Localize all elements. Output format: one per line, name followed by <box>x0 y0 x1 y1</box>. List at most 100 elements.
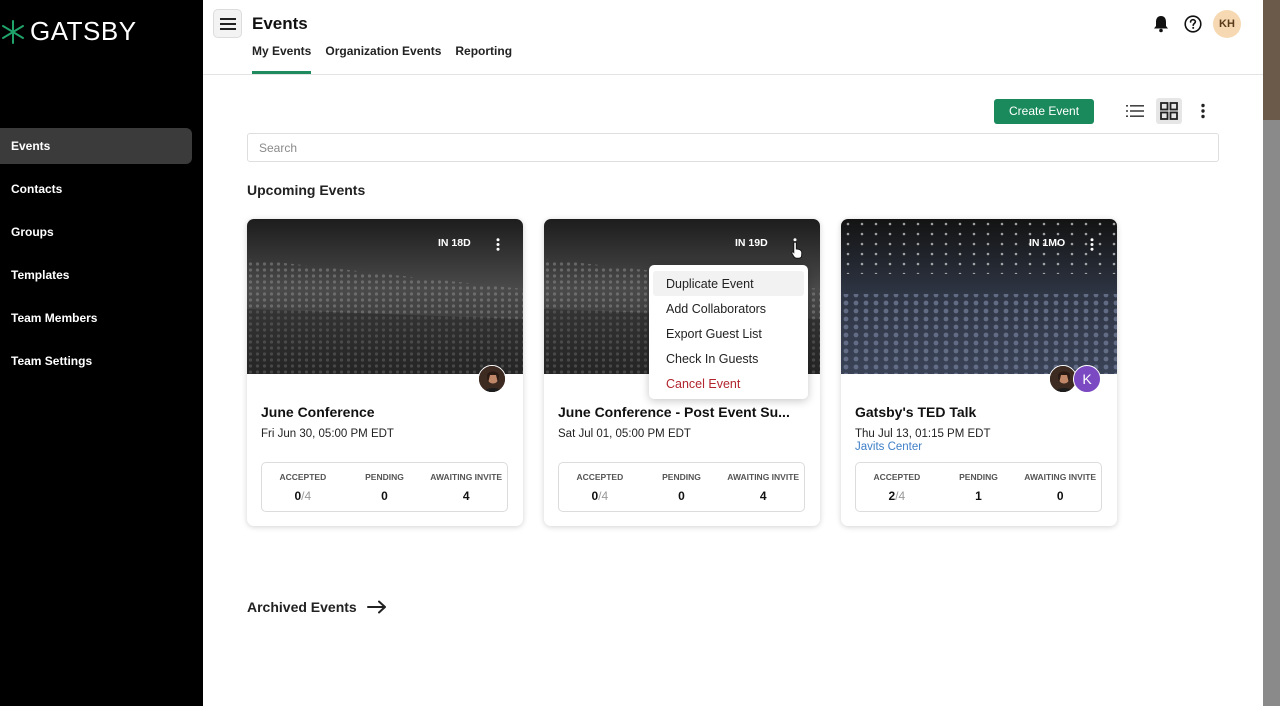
stat-value: 0 <box>1056 489 1064 503</box>
event-cover-image <box>247 219 523 374</box>
help-button[interactable] <box>1181 12 1205 36</box>
top-bar: Events My Events Organization Events Rep… <box>203 0 1263 75</box>
sidebar-item-label: Team Members <box>11 311 98 325</box>
stat-accepted: ACCEPTED 0/4 <box>559 463 641 511</box>
stat-value: 0/4 <box>591 489 608 503</box>
menu-icon <box>219 17 236 30</box>
create-event-button[interactable]: Create Event <box>994 98 1095 124</box>
days-until-badge: IN 19D <box>735 237 768 249</box>
sidebar-item-groups[interactable]: Groups <box>0 214 192 250</box>
stat-accepted: ACCEPTED 2/4 <box>856 463 938 511</box>
search-input[interactable] <box>247 133 1219 162</box>
days-until-badge: IN 18D <box>438 237 471 249</box>
sidebar-item-label: Groups <box>11 225 54 239</box>
arrow-right-icon <box>366 600 386 614</box>
avatar: K <box>1073 365 1101 393</box>
event-card[interactable]: IN 1MO K Gatsby's TED Talk Thu Jul 13, 0… <box>841 219 1117 526</box>
collaborator-avatars <box>478 365 506 393</box>
card-menu-button[interactable] <box>491 237 505 251</box>
bell-icon <box>1154 16 1168 33</box>
event-date: Sat Jul 01, 05:00 PM EDT <box>558 428 691 440</box>
total-count: /4 <box>301 489 312 503</box>
guest-stats: ACCEPTED 0/4 PENDING 0 AWAITING INVITE 4 <box>558 462 805 512</box>
stat-label: ACCEPTED <box>576 472 624 482</box>
asterisk-logo-icon <box>2 19 24 44</box>
event-title: June Conference <box>261 404 375 420</box>
tab-my-events[interactable]: My Events <box>252 44 312 74</box>
sidebar-item-label: Team Settings <box>11 354 93 368</box>
logo[interactable]: GATSBY <box>0 16 137 47</box>
total-count: /4 <box>598 489 609 503</box>
user-avatar[interactable]: KH <box>1213 10 1241 38</box>
grid-view-button[interactable] <box>1156 98 1183 124</box>
stat-label: ACCEPTED <box>873 472 921 482</box>
stat-label: PENDING <box>662 472 701 482</box>
sidebar-item-events[interactable]: Events <box>0 128 192 164</box>
more-vertical-icon <box>1201 103 1205 119</box>
avatar <box>478 365 506 393</box>
sidebar-item-label: Templates <box>11 268 70 282</box>
more-options-button[interactable] <box>1190 98 1216 124</box>
upcoming-events-heading: Upcoming Events <box>247 182 366 198</box>
days-until-badge: IN 1MO <box>1029 237 1066 249</box>
event-date: Thu Jul 13, 01:15 PM EDT <box>855 428 991 440</box>
stat-label: PENDING <box>959 472 998 482</box>
list-view-button[interactable] <box>1122 98 1148 124</box>
notifications-button[interactable] <box>1149 12 1173 36</box>
event-location-link[interactable]: Javits Center <box>855 441 922 453</box>
stat-awaiting-invite: AWAITING INVITE 4 <box>722 463 804 511</box>
event-cover-image <box>841 219 1117 374</box>
total-count: /4 <box>895 489 906 503</box>
tab-reporting[interactable]: Reporting <box>455 44 512 74</box>
event-card[interactable]: IN 18D June Conference Fri Jun 30, 05:00… <box>247 219 523 526</box>
stat-value: 0/4 <box>294 489 311 503</box>
archived-events-link[interactable]: Archived Events <box>247 599 387 615</box>
stat-value: 4 <box>462 489 470 503</box>
guest-stats: ACCEPTED 0/4 PENDING 0 AWAITING INVITE 4 <box>261 462 508 512</box>
stat-label: AWAITING INVITE <box>727 472 800 482</box>
sidebar-item-team-settings[interactable]: Team Settings <box>0 343 192 379</box>
stat-pending: PENDING 1 <box>938 463 1020 511</box>
brand-name: GATSBY <box>30 16 137 46</box>
page-title: Events <box>252 14 308 33</box>
help-icon <box>1184 15 1202 33</box>
main-content: Events My Events Organization Events Rep… <box>203 0 1263 706</box>
menu-item-cancel-event[interactable]: Cancel Event <box>653 371 804 396</box>
stat-label: ACCEPTED <box>279 472 327 482</box>
guest-stats: ACCEPTED 2/4 PENDING 1 AWAITING INVITE 0 <box>855 462 1102 512</box>
sidebar-item-contacts[interactable]: Contacts <box>0 171 192 207</box>
sidebar-item-label: Events <box>11 139 51 153</box>
stat-awaiting-invite: AWAITING INVITE 4 <box>425 463 507 511</box>
audience-photo <box>841 219 1117 374</box>
grid-view-icon <box>1160 102 1178 120</box>
stat-value: 4 <box>759 489 767 503</box>
sidebar: GATSBY Events Contacts Groups Templates … <box>0 0 203 706</box>
event-date: Fri Jun 30, 05:00 PM EDT <box>261 428 394 440</box>
card-menu-button[interactable] <box>1085 237 1099 251</box>
sidebar-item-team-members[interactable]: Team Members <box>0 300 192 336</box>
stat-value: 0 <box>678 489 685 503</box>
menu-item-export-guest-list[interactable]: Export Guest List <box>653 321 804 346</box>
more-vertical-icon <box>496 237 500 251</box>
menu-button[interactable] <box>213 9 242 38</box>
stat-value: 0 <box>381 489 388 503</box>
stat-awaiting-invite: AWAITING INVITE 0 <box>1019 463 1101 511</box>
collaborator-avatars: K <box>1049 365 1101 393</box>
list-view-icon <box>1126 105 1145 117</box>
stat-label: PENDING <box>365 472 404 482</box>
stat-value: 2/4 <box>888 489 905 503</box>
event-context-menu: Duplicate Event Add Collaborators Export… <box>649 265 808 399</box>
background-photo <box>1263 0 1280 120</box>
sidebar-item-label: Contacts <box>11 182 63 196</box>
menu-item-check-in-guests[interactable]: Check In Guests <box>653 346 804 371</box>
more-vertical-icon <box>1090 237 1094 251</box>
background-photo <box>1263 120 1280 706</box>
menu-item-add-collaborators[interactable]: Add Collaborators <box>653 296 804 321</box>
stat-label: AWAITING INVITE <box>430 472 503 482</box>
menu-item-duplicate-event[interactable]: Duplicate Event <box>653 271 804 296</box>
tabs: My Events Organization Events Reporting <box>252 44 526 74</box>
hand-cursor-icon <box>791 241 803 259</box>
tab-organization-events[interactable]: Organization Events <box>325 44 441 74</box>
event-title: Gatsby's TED Talk <box>855 404 977 420</box>
sidebar-item-templates[interactable]: Templates <box>0 257 192 293</box>
